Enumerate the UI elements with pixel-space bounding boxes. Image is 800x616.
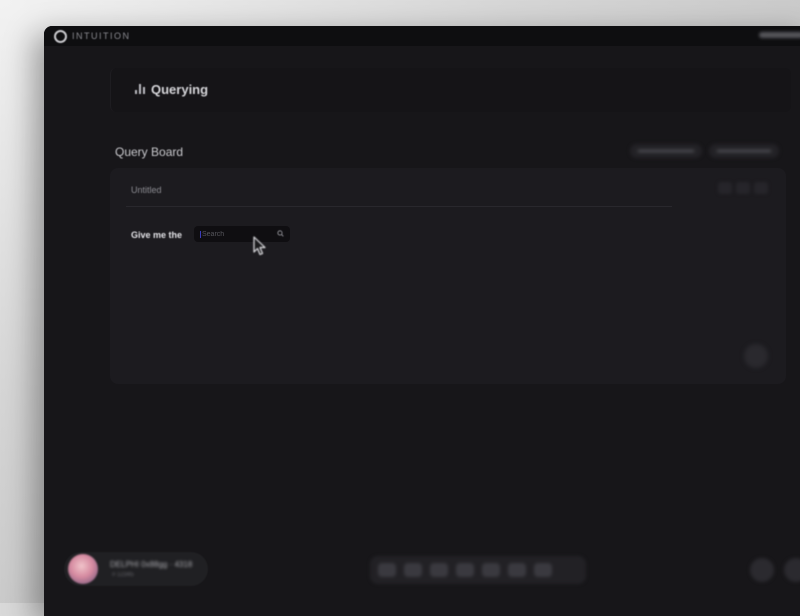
round-action-button-2[interactable] <box>784 558 800 582</box>
window-controls[interactable] <box>759 32 800 38</box>
mouse-pointer-icon <box>253 236 267 256</box>
toolbar-button[interactable] <box>378 563 396 577</box>
app-window: INTUITION Querying Query Board Untitled … <box>44 26 800 616</box>
brand-name: INTUITION <box>72 31 131 41</box>
user-sub-label: # 12345 <box>112 572 134 578</box>
user-profile-chip[interactable]: DELPHI 0x88gg · 4318 # 12345 <box>64 552 208 586</box>
toolbar-button[interactable] <box>482 563 500 577</box>
board-divider <box>126 206 672 207</box>
board-tool-button[interactable] <box>754 182 768 194</box>
run-query-button[interactable] <box>744 344 768 368</box>
avatar[interactable] <box>68 554 98 584</box>
query-board: Untitled Give me the <box>110 168 786 384</box>
toolbar-button[interactable] <box>534 563 552 577</box>
user-display-name: DELPHI 0x88gg · 4318 <box>110 560 192 569</box>
toolbar-button[interactable] <box>430 563 448 577</box>
page-header: Querying <box>110 68 791 112</box>
board-tool-button[interactable] <box>718 182 732 194</box>
board-action-button-2[interactable] <box>709 144 779 158</box>
bottom-toolbar <box>370 556 586 584</box>
page-title: Querying <box>151 82 208 97</box>
ring-logo-icon <box>54 30 67 43</box>
search-icon[interactable] <box>277 230 284 237</box>
query-search-box[interactable] <box>194 226 290 242</box>
round-action-button-1[interactable] <box>750 558 774 582</box>
query-prefix-label: Give me the <box>131 230 182 240</box>
toolbar-button[interactable] <box>404 563 422 577</box>
bar-chart-icon <box>135 84 146 94</box>
board-name[interactable]: Untitled <box>131 185 162 195</box>
title-bar: INTUITION <box>44 26 800 46</box>
toolbar-button[interactable] <box>456 563 474 577</box>
toolbar-button[interactable] <box>508 563 526 577</box>
section-title: Query Board <box>115 145 183 159</box>
board-tool-button[interactable] <box>736 182 750 194</box>
board-toolbar <box>718 182 768 194</box>
board-action-button-1[interactable] <box>630 144 702 158</box>
